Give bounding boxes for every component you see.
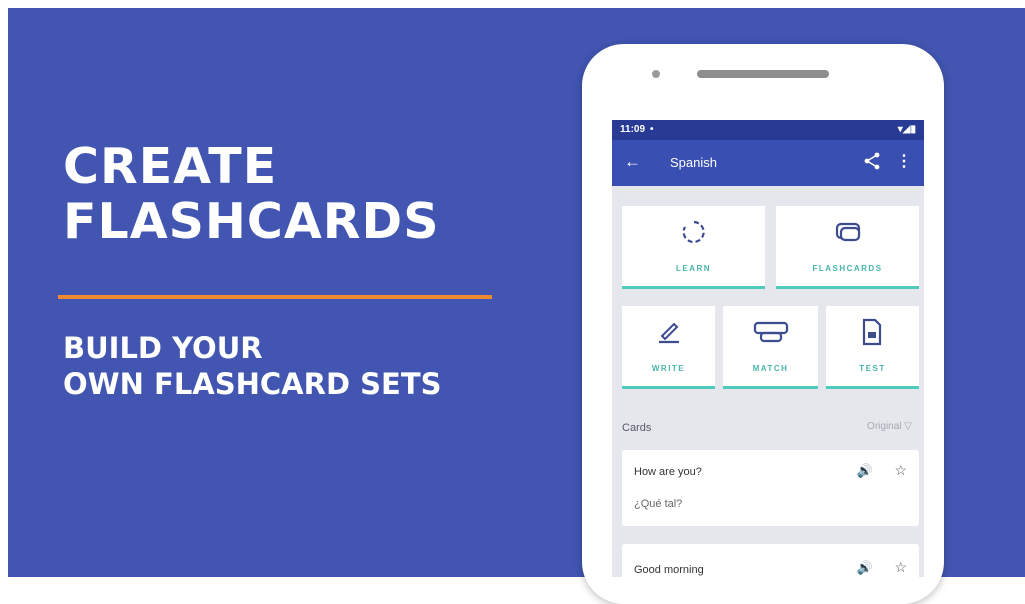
phone-screen: 11:09 • ▾◢▮ ← Spanish ⋮ LEARN FLASHCARDS bbox=[612, 120, 924, 577]
headline-line-1: CREATE bbox=[63, 138, 278, 195]
sort-dropdown[interactable]: Original ▽ bbox=[867, 421, 912, 432]
match-icon bbox=[753, 321, 789, 343]
back-arrow-icon[interactable]: ← bbox=[624, 152, 641, 172]
mode-label-match: MATCH bbox=[752, 364, 789, 373]
subheadline-line-1: BUILD YOUR bbox=[63, 331, 263, 365]
mode-tile-learn[interactable]: LEARN bbox=[622, 206, 765, 289]
mode-tile-write[interactable]: WRITE bbox=[622, 306, 715, 389]
signal-battery-icon: ▾◢▮ bbox=[897, 124, 916, 135]
cards-section-title: Cards bbox=[622, 422, 652, 434]
write-icon bbox=[659, 322, 679, 344]
card-term: How are you? bbox=[634, 466, 702, 478]
mode-tile-flashcards[interactable]: FLASHCARDS bbox=[776, 206, 919, 289]
card-item[interactable]: How are you? 🔊 ☆ ¿Qué tal? bbox=[622, 450, 919, 526]
subheadline-line-2: OWN FLASHCARD SETS bbox=[63, 367, 442, 402]
mode-label-flashcards: FLASHCARDS bbox=[812, 264, 883, 273]
status-time: 11:09 bbox=[620, 124, 646, 135]
star-icon[interactable]: ☆ bbox=[894, 559, 907, 576]
mode-label-learn: LEARN bbox=[675, 264, 712, 273]
promo-headline: CREATE FLASHCARDS bbox=[63, 138, 440, 250]
status-bar: 11:09 • ▾◢▮ bbox=[612, 120, 924, 140]
notification-dot: • bbox=[650, 124, 654, 135]
app-bar: ← Spanish ⋮ bbox=[612, 140, 924, 186]
sort-label: Original bbox=[867, 421, 902, 432]
mode-tile-match[interactable]: MATCH bbox=[723, 306, 818, 389]
speaker-icon[interactable]: 🔊 bbox=[857, 463, 873, 479]
share-icon[interactable] bbox=[862, 151, 882, 171]
card-definition: ¿Qué tal? bbox=[634, 498, 683, 510]
mode-label-write: WRITE bbox=[651, 364, 686, 373]
mode-label-test: TEST bbox=[859, 364, 886, 373]
chevron-down-icon: ▽ bbox=[904, 421, 912, 432]
orange-divider bbox=[58, 295, 492, 299]
speaker-icon[interactable]: 🔊 bbox=[857, 560, 873, 576]
learn-icon bbox=[682, 220, 705, 244]
mode-tile-test[interactable]: TEST bbox=[826, 306, 919, 389]
test-icon bbox=[862, 318, 882, 346]
headline-line-2: FLASHCARDS bbox=[63, 192, 440, 250]
promo-subheadline: BUILD YOUR OWN FLASHCARD SETS bbox=[63, 330, 442, 403]
card-term: Good morning bbox=[634, 564, 704, 576]
flashcards-icon bbox=[835, 222, 861, 242]
phone-speaker bbox=[697, 70, 829, 78]
star-icon[interactable]: ☆ bbox=[894, 462, 907, 479]
front-camera bbox=[652, 70, 660, 78]
set-title: Spanish bbox=[670, 155, 717, 170]
card-item[interactable]: Good morning 🔊 ☆ bbox=[622, 544, 919, 577]
more-options-icon[interactable]: ⋮ bbox=[896, 151, 912, 171]
